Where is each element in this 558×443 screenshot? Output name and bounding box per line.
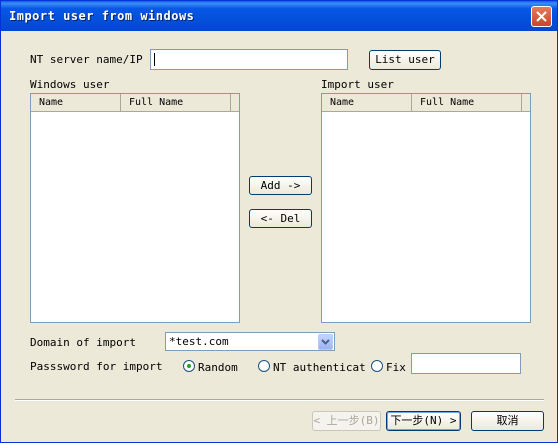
windows-user-list[interactable]: Name Full Name [30,93,240,323]
cancel-button[interactable]: 取消 [471,411,544,431]
prev-button[interactable]: < 上一步(B) [312,411,381,431]
import-user-list-header: Name Full Name [322,94,530,112]
column-full-name[interactable]: Full Name [121,94,231,111]
column-name[interactable]: Name [322,94,412,111]
windows-user-label: Windows user [30,78,110,91]
radio-random[interactable] [183,360,195,372]
server-input[interactable] [150,49,348,70]
radio-nt-authenticat-label[interactable]: NT authenticat [273,361,366,374]
radio-random-label[interactable]: Random [198,361,238,374]
fix-password-input[interactable] [411,353,521,374]
domain-value: *test.com [169,335,229,348]
password-label: Passsword for import [30,360,163,373]
cancel-button-label: 取消 [496,414,519,427]
del-button[interactable]: <- Del [249,209,312,228]
dropdown-button[interactable] [318,334,333,350]
del-button-label: <- Del [260,212,301,225]
text-cursor [154,53,155,66]
column-name[interactable]: Name [31,94,121,111]
close-icon [536,11,547,22]
prev-button-label: < 上一步(B) [313,414,380,427]
column-full-name[interactable]: Full Name [412,94,522,111]
domain-label: Domain of import [30,336,136,349]
add-button[interactable]: Add -> [249,176,312,195]
import-user-label: Import user [321,78,394,91]
windows-user-list-header: Name Full Name [31,94,239,112]
close-button[interactable] [531,6,552,27]
import-user-list[interactable]: Name Full Name [321,93,531,323]
domain-select[interactable]: *test.com [165,332,335,351]
server-label: NT server name/IP [30,53,143,66]
add-button-label: Add -> [260,179,301,192]
list-user-button[interactable]: List user [369,50,441,70]
radio-nt-authenticat[interactable] [258,360,270,372]
import-user-dialog: Import user from windows NT server name/… [0,0,558,443]
window-title: Import user from windows [9,9,195,23]
separator [15,399,544,401]
next-button-label: 下一步(N) > [390,414,457,427]
chevron-down-icon [321,339,330,345]
radio-selected-dot [187,364,191,368]
radio-fix-label[interactable]: Fix [386,361,406,374]
title-bar[interactable]: Import user from windows [1,1,557,31]
radio-fix[interactable] [371,360,383,372]
list-user-button-label: List user [375,53,435,66]
next-button[interactable]: 下一步(N) > [386,411,461,431]
